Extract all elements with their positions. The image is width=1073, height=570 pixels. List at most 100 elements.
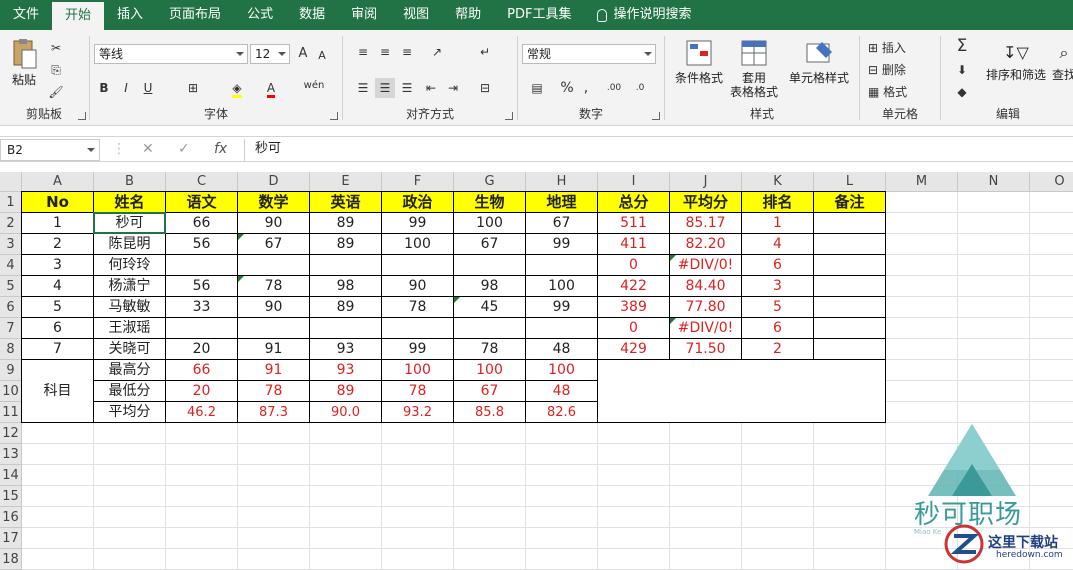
cell[interactable]: 关晓可 bbox=[94, 339, 166, 360]
cell[interactable]: 429 bbox=[598, 339, 670, 360]
cell[interactable]: 总分 bbox=[598, 192, 670, 213]
cell[interactable]: 91 bbox=[238, 360, 310, 381]
format-cells-button[interactable]: ▦ 格式 bbox=[868, 82, 934, 102]
cell[interactable] bbox=[454, 318, 526, 339]
cell[interactable] bbox=[238, 528, 310, 549]
cell[interactable] bbox=[310, 465, 382, 486]
sort-filter-button[interactable]: ↧▽ 排序和筛选 bbox=[981, 38, 1051, 82]
cell[interactable]: 99 bbox=[526, 297, 598, 318]
cell[interactable]: 100 bbox=[382, 234, 454, 255]
cell[interactable]: 66 bbox=[166, 213, 238, 234]
cell[interactable] bbox=[382, 549, 454, 570]
cell[interactable]: 99 bbox=[526, 234, 598, 255]
cell[interactable]: 33 bbox=[166, 297, 238, 318]
cell[interactable] bbox=[238, 318, 310, 339]
row-header[interactable]: 4 bbox=[0, 255, 22, 276]
name-box[interactable]: B2 bbox=[0, 139, 100, 161]
cell[interactable] bbox=[526, 465, 598, 486]
cell[interactable]: 何玲玲 bbox=[94, 255, 166, 276]
cut-icon[interactable]: ✂ bbox=[46, 38, 66, 58]
cell[interactable] bbox=[598, 528, 670, 549]
font-name-select[interactable]: 等线 bbox=[94, 44, 248, 64]
cell[interactable] bbox=[526, 318, 598, 339]
cell[interactable] bbox=[310, 507, 382, 528]
cell[interactable]: 100 bbox=[526, 276, 598, 297]
cell[interactable]: 99 bbox=[382, 213, 454, 234]
cell[interactable] bbox=[238, 549, 310, 570]
bold-button[interactable]: B bbox=[94, 78, 114, 98]
cell[interactable] bbox=[310, 444, 382, 465]
select-all-corner[interactable] bbox=[0, 172, 22, 192]
cell[interactable] bbox=[310, 423, 382, 444]
cell[interactable] bbox=[958, 339, 1030, 360]
cell[interactable] bbox=[526, 255, 598, 276]
cell[interactable] bbox=[94, 423, 166, 444]
delete-cells-button[interactable]: ⊟ 删除 bbox=[868, 60, 934, 80]
cell[interactable]: 82.6 bbox=[526, 402, 598, 423]
cell[interactable]: 56 bbox=[166, 276, 238, 297]
cell[interactable] bbox=[958, 381, 1030, 402]
cell[interactable]: 语文 bbox=[166, 192, 238, 213]
cell[interactable] bbox=[454, 465, 526, 486]
cell[interactable]: 100 bbox=[526, 360, 598, 381]
row-header[interactable]: 3 bbox=[0, 234, 22, 255]
cell[interactable] bbox=[526, 549, 598, 570]
cell[interactable] bbox=[22, 507, 94, 528]
column-header[interactable]: N bbox=[958, 172, 1030, 192]
cell[interactable] bbox=[526, 423, 598, 444]
font-color-icon[interactable]: A bbox=[258, 78, 284, 98]
cell[interactable] bbox=[22, 444, 94, 465]
row-header[interactable]: 14 bbox=[0, 465, 22, 486]
cell[interactable] bbox=[886, 255, 958, 276]
row-header[interactable]: 17 bbox=[0, 528, 22, 549]
cell[interactable] bbox=[382, 465, 454, 486]
cell[interactable] bbox=[670, 507, 742, 528]
cell[interactable] bbox=[742, 549, 814, 570]
cell[interactable]: 85.8 bbox=[454, 402, 526, 423]
column-header[interactable]: I bbox=[598, 172, 670, 192]
cell[interactable]: 67 bbox=[454, 381, 526, 402]
cell[interactable] bbox=[814, 234, 886, 255]
cell[interactable]: 1 bbox=[22, 213, 94, 234]
find-select-button[interactable]: ⌕ 查找 bbox=[1049, 38, 1073, 82]
cell[interactable] bbox=[166, 486, 238, 507]
autosum-icon[interactable]: Σ bbox=[947, 36, 977, 56]
cell[interactable] bbox=[958, 360, 1030, 381]
row-header[interactable]: 13 bbox=[0, 444, 22, 465]
subject-label-cell[interactable]: 科目 bbox=[22, 360, 94, 423]
cell[interactable]: 6 bbox=[742, 255, 814, 276]
cell[interactable]: 平均分 bbox=[670, 192, 742, 213]
cell[interactable] bbox=[454, 507, 526, 528]
cell[interactable]: 100 bbox=[382, 360, 454, 381]
cell[interactable] bbox=[310, 255, 382, 276]
row-header[interactable]: 16 bbox=[0, 507, 22, 528]
cell[interactable]: 82.20 bbox=[670, 234, 742, 255]
cell[interactable]: 56 bbox=[166, 234, 238, 255]
insert-cells-button[interactable]: ⊞ 插入 bbox=[868, 38, 934, 58]
increase-decimal-button[interactable]: .00 bbox=[602, 78, 626, 98]
cell[interactable]: 90 bbox=[238, 297, 310, 318]
cell[interactable]: 99 bbox=[382, 339, 454, 360]
cell[interactable] bbox=[670, 465, 742, 486]
cell[interactable] bbox=[22, 423, 94, 444]
underline-button[interactable]: U bbox=[138, 78, 158, 98]
cell[interactable]: 67 bbox=[454, 234, 526, 255]
cell[interactable] bbox=[886, 276, 958, 297]
wrap-text-icon[interactable]: ↵ bbox=[475, 42, 495, 62]
accounting-icon[interactable]: ▤ bbox=[522, 78, 552, 98]
row-header[interactable]: 9 bbox=[0, 360, 22, 381]
column-header[interactable]: M bbox=[886, 172, 958, 192]
cell[interactable]: 90 bbox=[382, 276, 454, 297]
cell[interactable] bbox=[886, 318, 958, 339]
cell[interactable] bbox=[454, 423, 526, 444]
cell[interactable]: 数学 bbox=[238, 192, 310, 213]
cell[interactable]: 地理 bbox=[526, 192, 598, 213]
cell[interactable] bbox=[958, 234, 1030, 255]
cell[interactable] bbox=[814, 465, 886, 486]
column-header[interactable]: K bbox=[742, 172, 814, 192]
cell[interactable]: 78 bbox=[454, 339, 526, 360]
grow-font-button[interactable]: A bbox=[294, 44, 312, 64]
fill-icon[interactable]: ⬇ bbox=[947, 60, 977, 80]
menu-tab-6[interactable]: 审阅 bbox=[338, 0, 390, 30]
cell[interactable] bbox=[886, 360, 958, 381]
